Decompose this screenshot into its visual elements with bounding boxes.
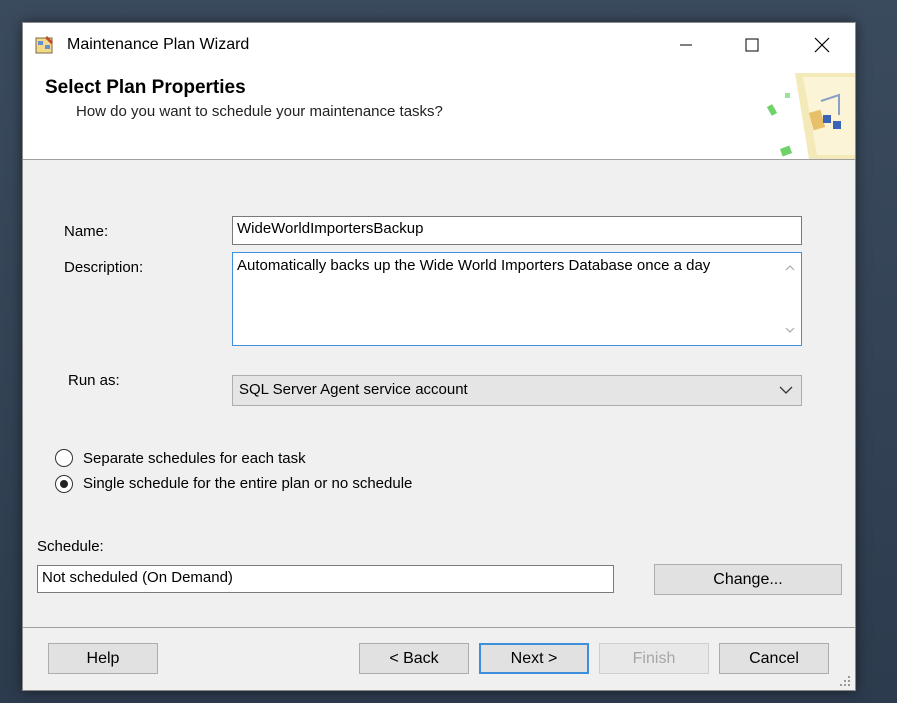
chevron-down-icon[interactable] [785, 325, 795, 335]
run-as-select[interactable]: SQL Server Agent service account [232, 375, 802, 406]
close-icon [814, 37, 830, 53]
page-subtitle: How do you want to schedule your mainten… [76, 103, 443, 120]
minimize-button[interactable] [663, 23, 709, 67]
header-wizard-graphic [766, 73, 855, 159]
schedule-label: Schedule: [37, 538, 104, 555]
chevron-up-icon[interactable] [785, 263, 795, 273]
chevron-down-icon [779, 386, 793, 394]
wizard-window: Maintenance Plan Wizard Select Plan Prop… [22, 22, 856, 691]
run-as-value: SQL Server Agent service account [239, 381, 468, 398]
close-button[interactable] [799, 23, 845, 67]
maximize-button[interactable] [729, 23, 775, 67]
description-text: Automatically backs up the Wide World Im… [237, 257, 711, 274]
help-button[interactable]: Help [48, 643, 158, 674]
name-input[interactable]: WideWorldImportersBackup [232, 216, 802, 245]
page-title: Select Plan Properties [45, 77, 246, 98]
schedule-field: Not scheduled (On Demand) [37, 565, 614, 593]
footer-separator [23, 627, 855, 628]
description-textarea[interactable]: Automatically backs up the Wide World Im… [232, 252, 802, 346]
wizard-header: Select Plan Properties How do you want t… [23, 67, 855, 160]
wizard-app-icon [35, 36, 53, 54]
window-title: Maintenance Plan Wizard [67, 36, 250, 53]
description-label: Description: [64, 259, 144, 276]
radio-selected-dot [60, 480, 68, 488]
finish-button: Finish [599, 643, 709, 674]
single-schedule-radio[interactable] [55, 475, 73, 493]
maximize-icon [745, 38, 759, 52]
single-schedule-label[interactable]: Single schedule for the entire plan or n… [83, 475, 412, 492]
title-bar[interactable]: Maintenance Plan Wizard [23, 23, 855, 67]
next-button[interactable]: Next > [479, 643, 589, 674]
run-as-label: Run as: [68, 372, 120, 389]
back-button[interactable]: < Back [359, 643, 469, 674]
separate-schedules-radio[interactable] [55, 449, 73, 467]
change-schedule-button[interactable]: Change... [654, 564, 842, 595]
minimize-icon [680, 44, 692, 46]
separate-schedules-label[interactable]: Separate schedules for each task [83, 450, 306, 467]
resize-grip-icon[interactable] [839, 675, 851, 687]
name-label: Name: [64, 223, 109, 240]
cancel-button[interactable]: Cancel [719, 643, 829, 674]
